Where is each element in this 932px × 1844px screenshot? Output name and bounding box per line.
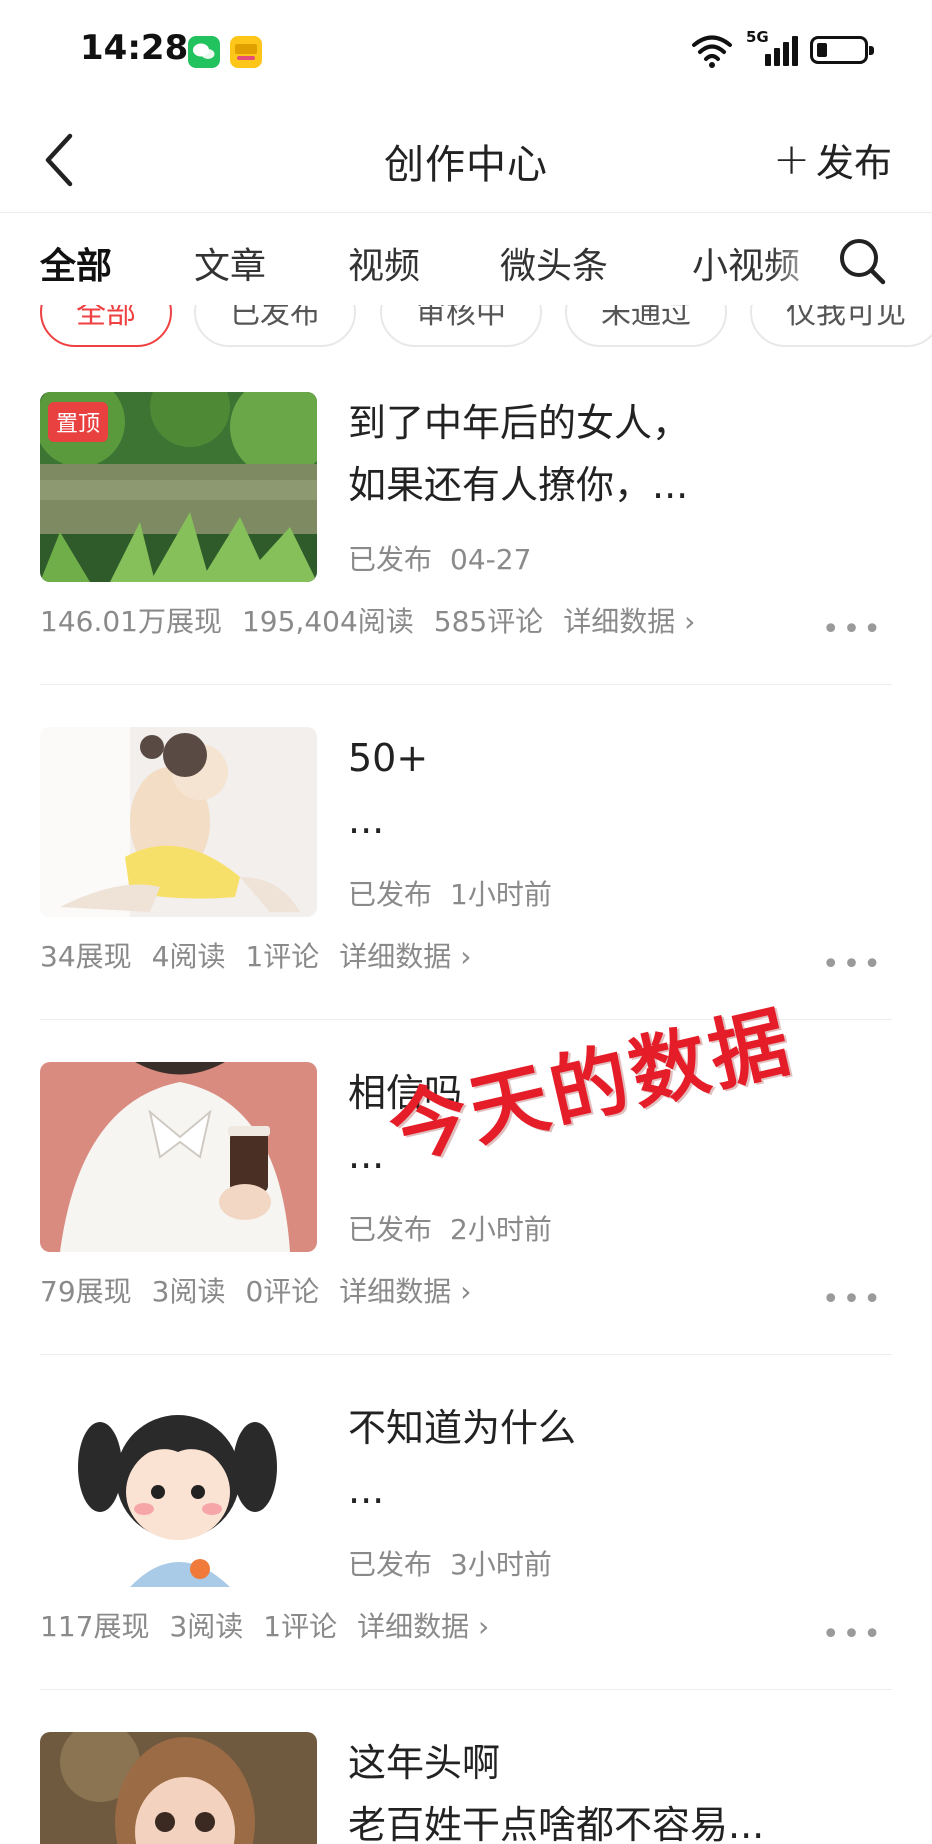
filter-all[interactable]: 全部: [40, 305, 172, 347]
plus-icon: +: [773, 133, 810, 185]
comments-count: 1评论: [245, 940, 320, 973]
publish-info: 已发布 2小时前: [348, 1208, 552, 1248]
publish-time: 2小时前: [450, 1213, 552, 1246]
publish-status: 已发布: [348, 1213, 433, 1246]
impressions-count: 146.01万展现: [40, 605, 222, 638]
filter-published[interactable]: 已发布: [194, 305, 356, 347]
publish-button[interactable]: + 发布: [773, 132, 892, 187]
publish-time: 3小时前: [450, 1548, 552, 1581]
item-divider: [40, 684, 892, 685]
pinned-badge: 置顶: [48, 402, 109, 442]
detail-data-link[interactable]: 详细数据 ›: [563, 605, 695, 638]
article-stats: 117展现 3阅读 1评论 详细数据 ›: [40, 1605, 489, 1645]
cellular-signal-icon: 5G: [746, 28, 798, 70]
comments-count: 1评论: [263, 1610, 338, 1643]
article-thumbnail[interactable]: [40, 1732, 317, 1844]
reads-count: 195,404阅读: [241, 605, 414, 638]
tab-fade: [770, 213, 830, 309]
article-title[interactable]: 50+ ...: [348, 727, 878, 851]
publish-status: 已发布: [348, 878, 433, 911]
filter-private[interactable]: 仅我可见: [750, 305, 932, 347]
publish-info: 已发布 3小时前: [348, 1543, 552, 1583]
article-thumbnail[interactable]: [40, 1397, 317, 1587]
app-header: 创作中心 + 发布: [0, 108, 932, 212]
more-options-button[interactable]: •••: [822, 1282, 884, 1317]
article-title[interactable]: 这年头啊 老百姓干点啥都不容易...: [348, 1732, 878, 1844]
yoga-girl-illustration: [40, 727, 317, 917]
publish-info: 已发布 1小时前: [348, 873, 552, 913]
chevron-right-icon: ›: [478, 1610, 490, 1643]
publish-info: 已发布 04-27: [348, 538, 531, 578]
impressions-count: 117展现: [40, 1610, 150, 1643]
tab-micro-posts[interactable]: 微头条: [500, 237, 608, 289]
impressions-count: 34展现: [40, 940, 132, 973]
girl-portrait-illustration: [40, 1732, 317, 1844]
article-thumbnail[interactable]: [40, 727, 317, 917]
chevron-right-icon: ›: [684, 605, 696, 638]
detail-data-link[interactable]: 详细数据 ›: [339, 940, 471, 973]
battery-icon: [810, 36, 874, 64]
publish-label: 发布: [815, 141, 892, 185]
impressions-count: 79展现: [40, 1275, 132, 1308]
detail-data-link[interactable]: 详细数据 ›: [357, 1610, 489, 1643]
coffee-girl-illustration: [40, 1062, 317, 1252]
publish-time: 1小时前: [450, 878, 552, 911]
status-bar: 14:28 5G: [0, 0, 932, 100]
item-divider: [40, 1689, 892, 1690]
article-thumbnail[interactable]: 置顶: [40, 392, 317, 582]
reads-count: 4阅读: [151, 940, 226, 973]
status-filter-bar: 全部 已发布 审核中 未通过 仅我可见: [0, 305, 932, 351]
wifi-icon: [692, 35, 732, 68]
tab-videos[interactable]: 视频: [348, 237, 420, 289]
meituan-icon: [230, 36, 262, 68]
list-item[interactable]: 这年头啊 老百姓干点啥都不容易...: [40, 1732, 892, 1844]
publish-time: 04-27: [450, 543, 532, 576]
chevron-right-icon: ›: [460, 1275, 472, 1308]
publish-status: 已发布: [348, 543, 433, 576]
article-stats: 79展现 3阅读 0评论 详细数据 ›: [40, 1270, 471, 1310]
detail-data-link[interactable]: 详细数据 ›: [339, 1275, 471, 1308]
wechat-icon: [188, 36, 220, 68]
content-type-tabs: 全部 文章 视频 微头条 小视频: [0, 213, 932, 309]
pigtail-girl-illustration: [40, 1397, 317, 1587]
comments-count: 585评论: [433, 605, 544, 638]
filter-rejected[interactable]: 未通过: [565, 305, 727, 347]
item-divider: [40, 1354, 892, 1355]
comments-count: 0评论: [245, 1275, 320, 1308]
article-stats: 34展现 4阅读 1评论 详细数据 ›: [40, 935, 471, 975]
tab-articles[interactable]: 文章: [194, 237, 266, 289]
list-item[interactable]: 不知道为什么 ... 已发布 3小时前 117展现 3阅读 1评论 详细数据 › •••: [40, 1397, 892, 1732]
search-button[interactable]: [836, 235, 888, 287]
tab-all[interactable]: 全部: [40, 237, 112, 289]
status-time: 14:28: [80, 28, 189, 68]
filter-reviewing[interactable]: 审核中: [380, 305, 542, 347]
article-title[interactable]: 到了中年后的女人， 如果还有人撩你，...: [348, 392, 878, 516]
publish-status: 已发布: [348, 1548, 433, 1581]
more-options-button[interactable]: •••: [822, 1617, 884, 1652]
article-stats: 146.01万展现 195,404阅读 585评论 详细数据 ›: [40, 600, 695, 640]
reads-count: 3阅读: [169, 1610, 244, 1643]
more-options-button[interactable]: •••: [822, 947, 884, 982]
article-title[interactable]: 不知道为什么 ...: [348, 1397, 878, 1521]
more-options-button[interactable]: •••: [822, 612, 884, 647]
list-item[interactable]: 置顶 到了中年后的女人， 如果还有人撩你，... 已发布 04-27 146.01…: [40, 392, 892, 727]
search-icon: [840, 239, 886, 285]
article-thumbnail[interactable]: [40, 1062, 317, 1252]
reads-count: 3阅读: [151, 1275, 226, 1308]
chevron-right-icon: ›: [460, 940, 472, 973]
